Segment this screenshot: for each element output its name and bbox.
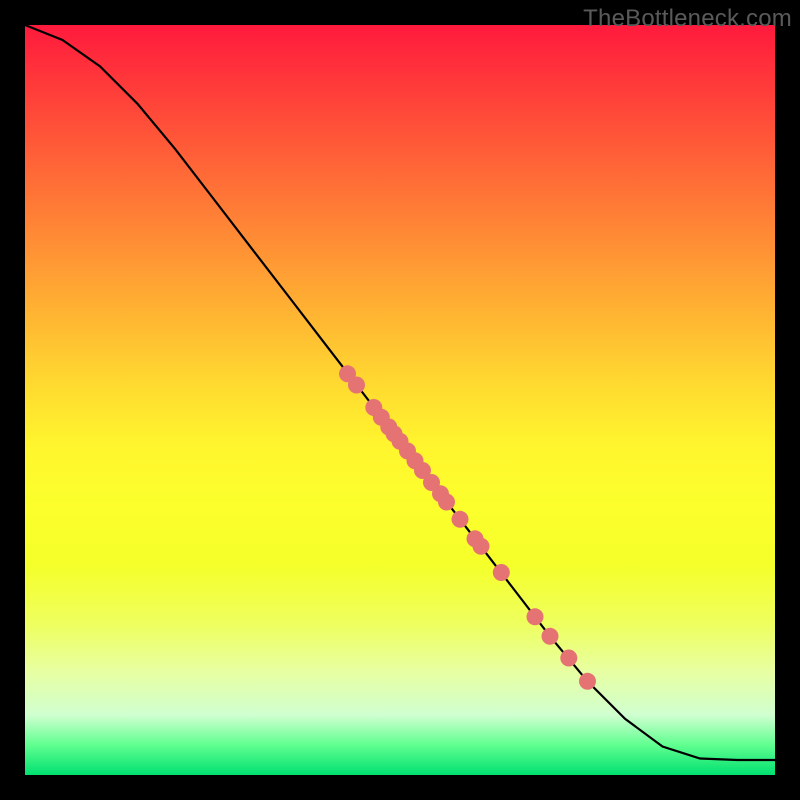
data-point xyxy=(438,494,455,511)
data-point xyxy=(560,650,577,667)
data-point xyxy=(542,628,559,645)
data-point xyxy=(348,377,365,394)
data-point xyxy=(493,564,510,581)
chart-overlay xyxy=(25,25,775,775)
data-point xyxy=(527,608,544,625)
chart-frame: TheBottleneck.com xyxy=(0,0,800,800)
data-point xyxy=(579,673,596,690)
data-point xyxy=(473,538,490,555)
bottleneck-curve xyxy=(25,25,775,760)
data-point xyxy=(452,511,469,528)
